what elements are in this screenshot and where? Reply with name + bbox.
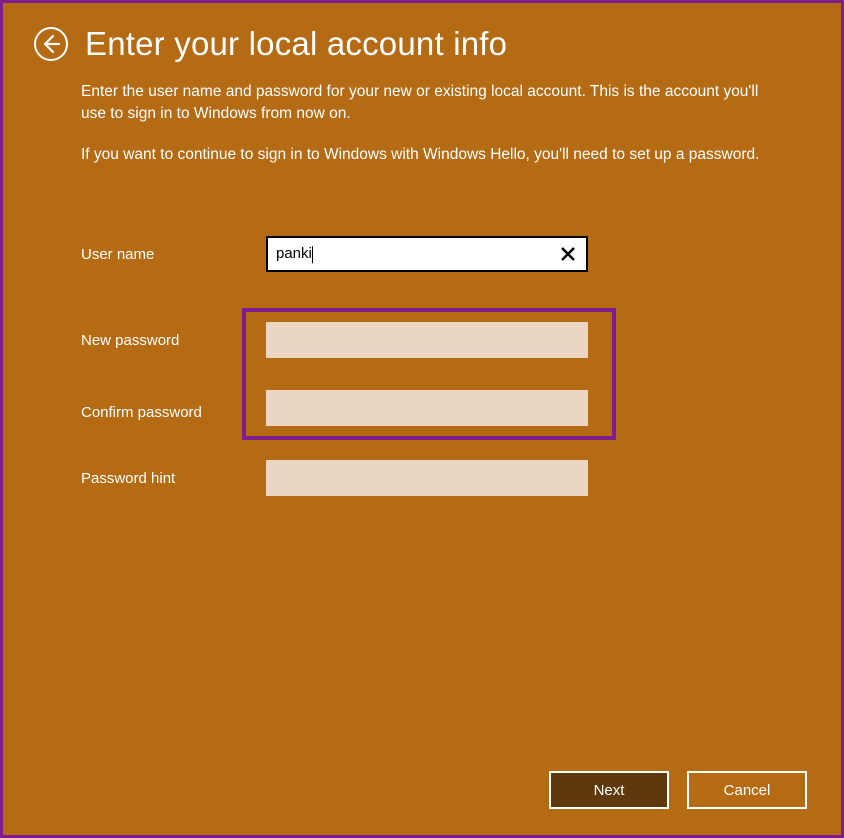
back-button[interactable] bbox=[33, 26, 69, 62]
page-title: Enter your local account info bbox=[85, 25, 507, 63]
footer-actions: Next Cancel bbox=[549, 771, 807, 809]
password-hint-row: Password hint bbox=[81, 460, 763, 496]
close-icon bbox=[559, 245, 577, 263]
password-section: New password Confirm password bbox=[81, 308, 763, 460]
new-password-input[interactable] bbox=[266, 322, 588, 358]
clear-button[interactable] bbox=[556, 242, 580, 266]
new-password-label: New password bbox=[81, 322, 266, 358]
header: Enter your local account info bbox=[3, 3, 841, 63]
description-text-1: Enter the user name and password for you… bbox=[81, 81, 763, 126]
username-input-wrap: panki bbox=[266, 236, 588, 272]
back-arrow-icon bbox=[33, 26, 69, 62]
username-label: User name bbox=[81, 246, 266, 263]
password-hint-label: Password hint bbox=[81, 470, 266, 487]
cancel-button[interactable]: Cancel bbox=[687, 771, 807, 809]
highlight-outline bbox=[242, 308, 616, 440]
content-area: Enter the user name and password for you… bbox=[3, 63, 841, 496]
password-hint-input[interactable] bbox=[266, 460, 588, 496]
next-button[interactable]: Next bbox=[549, 771, 669, 809]
username-input[interactable] bbox=[266, 236, 588, 272]
description-text-2: If you want to continue to sign in to Wi… bbox=[81, 144, 763, 166]
confirm-password-label: Confirm password bbox=[81, 394, 266, 430]
username-row: User name panki bbox=[81, 236, 763, 272]
confirm-password-input[interactable] bbox=[266, 390, 588, 426]
